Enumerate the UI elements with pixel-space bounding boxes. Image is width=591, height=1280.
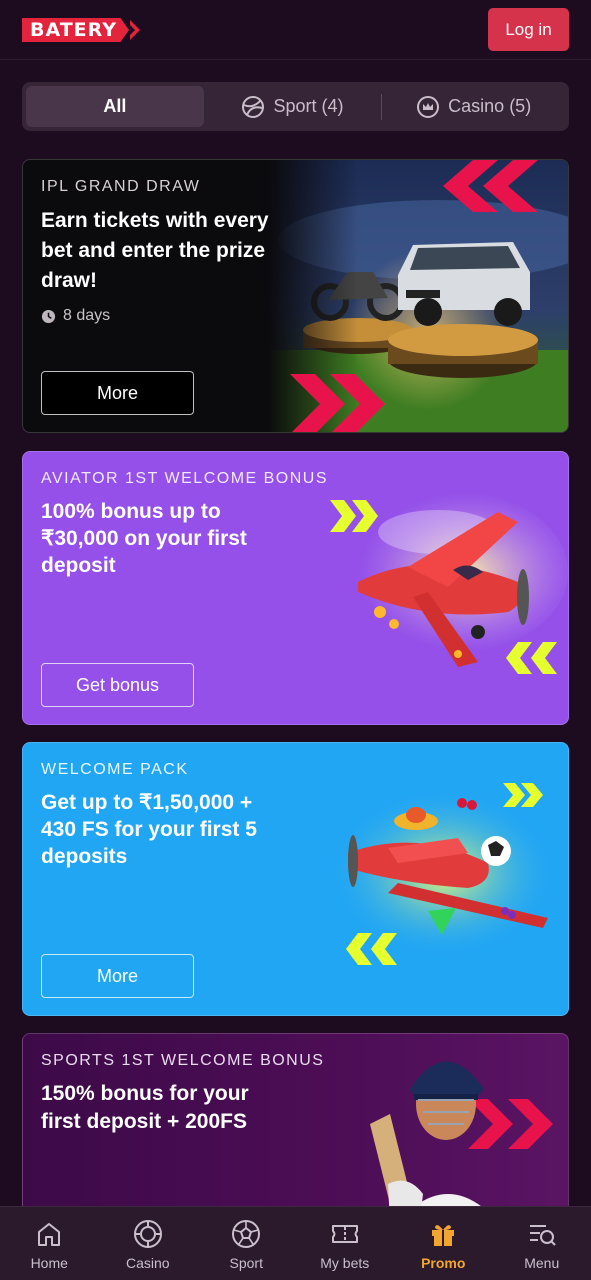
ipl-stadium-prize-art xyxy=(268,160,568,432)
nav-casino[interactable]: Casino xyxy=(99,1207,198,1280)
get-bonus-button[interactable]: Get bonus xyxy=(41,663,194,707)
nav-promo-label: Promo xyxy=(421,1255,466,1271)
home-icon xyxy=(38,1223,61,1246)
tab-all-label: All xyxy=(103,96,127,116)
time-left-text: 8 days xyxy=(63,307,111,324)
promo-card-aviator-bonus[interactable]: AVIATOR 1ST WELCOME BONUS 100% bonus up … xyxy=(22,451,569,725)
tab-casino[interactable]: Casino (5) xyxy=(382,86,565,127)
casino-chip-icon xyxy=(133,1220,162,1248)
top-header: BATERY Log in xyxy=(0,0,591,60)
menu-search-icon xyxy=(529,1225,556,1246)
login-button[interactable]: Log in xyxy=(488,8,569,51)
nav-promo[interactable]: Promo xyxy=(394,1207,493,1280)
tab-all[interactable]: All xyxy=(26,86,204,127)
nav-casino-label: Casino xyxy=(125,1255,170,1271)
ball-icon xyxy=(242,95,265,118)
clock-icon xyxy=(41,309,56,323)
promo-card-ipl-grand-draw[interactable]: IPL GRAND DRAW Earn tickets with every b… xyxy=(22,159,569,433)
tab-casino-label: Casino (5) xyxy=(448,96,532,116)
gift-icon xyxy=(432,1225,455,1246)
promo-time-left: 8 days xyxy=(41,307,110,325)
football-icon xyxy=(232,1220,261,1248)
promo-title: Get up to ₹1,50,000 + 430 FS for your fi… xyxy=(41,791,257,868)
promo-eyebrow: WELCOME PACK xyxy=(41,761,189,778)
bottom-navigation: Home Casino Sport My bets Promo Menu xyxy=(0,1206,591,1280)
promo-eyebrow: AVIATOR 1ST WELCOME BONUS xyxy=(41,470,329,487)
tab-sport[interactable]: Sport (4) xyxy=(204,86,382,127)
nav-menu-label: Menu xyxy=(524,1255,560,1271)
more-button[interactable]: More xyxy=(41,954,194,998)
nav-home[interactable]: Home xyxy=(0,1207,99,1280)
promo-filter-tabs: All Sport (4) Casino (5) xyxy=(22,82,569,131)
tab-sport-label: Sport (4) xyxy=(273,96,344,116)
ticket-icon xyxy=(331,1225,358,1243)
logo-text: BATERY xyxy=(22,18,130,42)
nav-mybets-label: My bets xyxy=(320,1255,370,1271)
promo-title: 150% bonus for your first deposit + 200F… xyxy=(41,1082,249,1133)
promo-title: Earn tickets with every bet and enter th… xyxy=(41,209,269,292)
logo-chevron-icon xyxy=(130,20,141,40)
nav-sport[interactable]: Sport xyxy=(197,1207,296,1280)
promo-eyebrow: SPORTS 1ST WELCOME BONUS xyxy=(41,1052,325,1069)
promo-title: 100% bonus up to ₹30,000 on your first d… xyxy=(41,500,247,577)
nav-sport-label: Sport xyxy=(229,1255,263,1271)
promo-card-welcome-pack[interactable]: WELCOME PACK Get up to ₹1,50,000 + 430 F… xyxy=(22,742,569,1016)
nav-home-label: Home xyxy=(30,1255,68,1271)
more-button[interactable]: More xyxy=(41,371,194,415)
nav-mybets[interactable]: My bets xyxy=(296,1207,395,1280)
aviator-plane-art xyxy=(330,492,568,674)
batery-logo[interactable]: BATERY xyxy=(22,18,143,42)
promo-eyebrow: IPL GRAND DRAW xyxy=(41,178,201,195)
welcome-pack-art xyxy=(328,783,558,965)
nav-menu[interactable]: Menu xyxy=(493,1207,591,1280)
crown-icon xyxy=(417,95,440,118)
